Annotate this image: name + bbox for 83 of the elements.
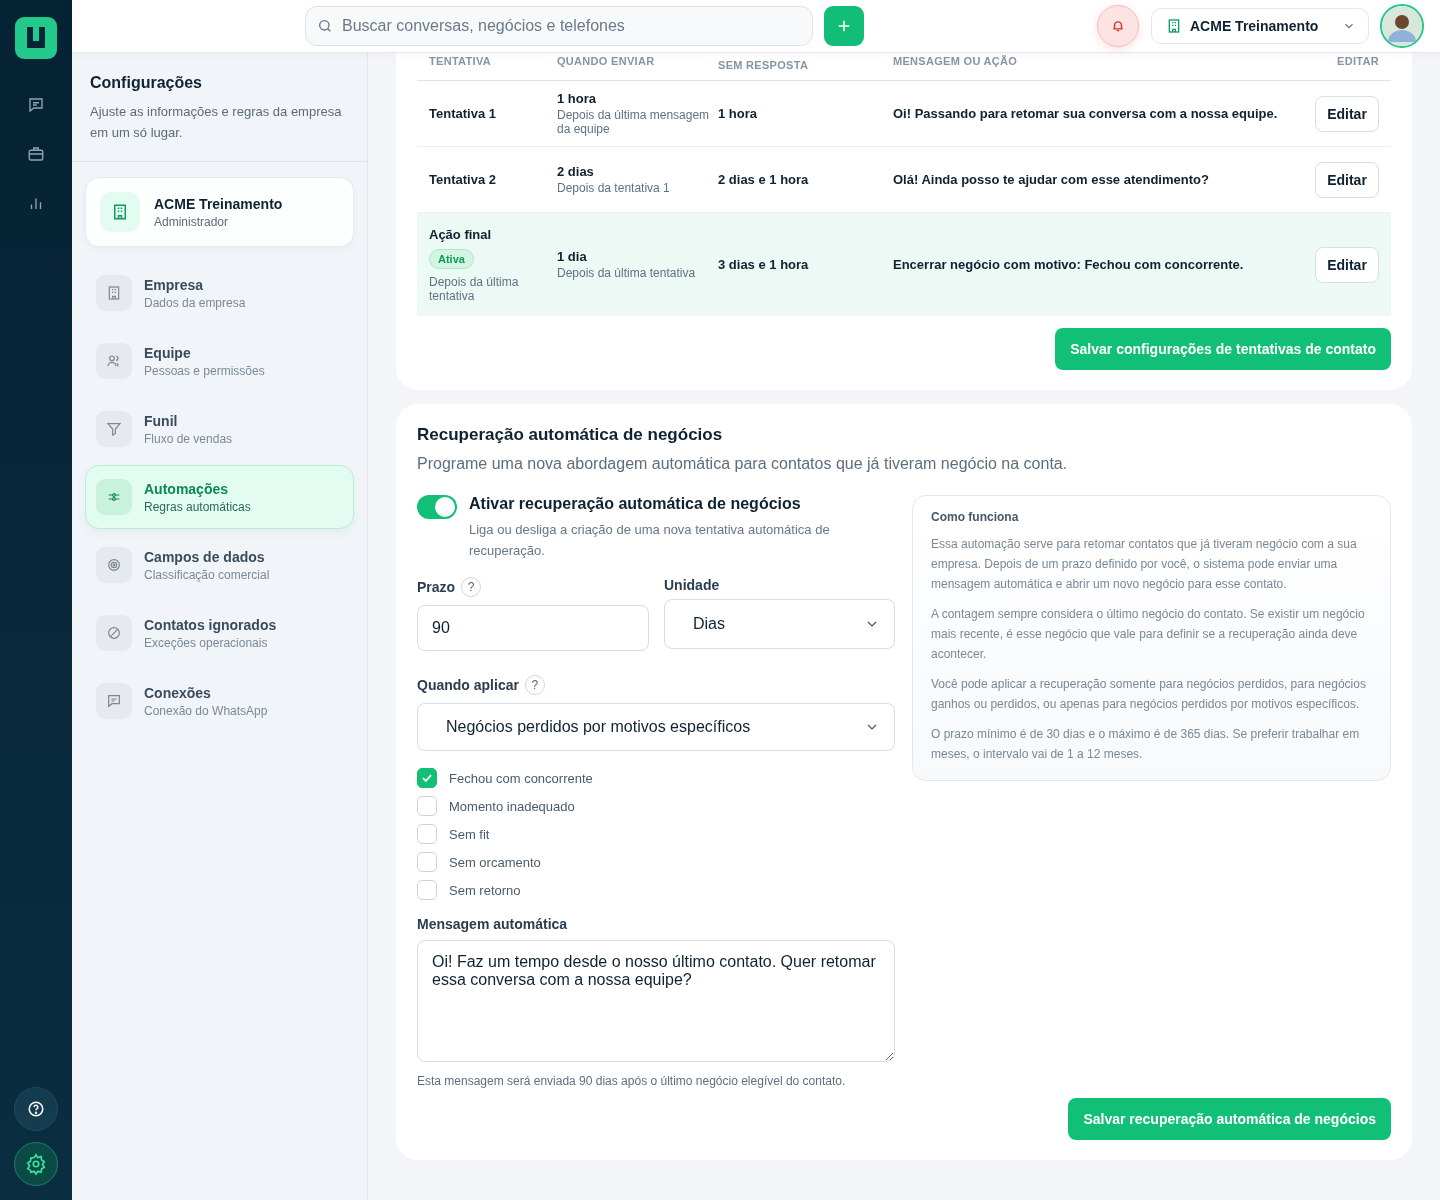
blocked-icon — [96, 615, 132, 651]
info-paragraph: A contagem sempre considera o último negócio do contato. Se existir um negócio mais recente, é esse negócio que vale para definir se a recuperação ainda deve acontecer. — [931, 606, 1366, 663]
field-label: Unidade — [664, 577, 720, 593]
attempt-note: Depois da última tentativa — [429, 274, 520, 303]
settings-subtitle: Ajuste as informações e regras da empresa em um só lugar. — [90, 103, 343, 142]
toggle-switch[interactable] — [417, 495, 457, 519]
account-role: Administrador — [154, 214, 230, 229]
unit-dropdown[interactable]: Dias — [664, 599, 895, 649]
add-button[interactable] — [824, 6, 864, 46]
info-paragraph: O prazo mínimo é de 30 dias e o máximo é de 365 dias. Se preferir trabalhar em meses, o intervalo vai de 1 a 12 meses. — [931, 726, 1361, 763]
checkbox-label: Sem fit — [449, 826, 490, 842]
checkbox-label: Fechou com concorrente — [449, 770, 593, 786]
company-selector[interactable]: ACME Treinamento — [1151, 8, 1369, 44]
send-delay: 1 hora — [557, 91, 597, 106]
no-reply-time: 2 dias e 1 hora — [718, 172, 810, 187]
building-icon — [1166, 18, 1182, 34]
avatar[interactable] — [1380, 4, 1424, 48]
settings-menu-item[interactable]: Campos de dados Classificação comercial — [85, 533, 354, 597]
field-label: Prazo — [417, 579, 456, 595]
checkbox[interactable] — [417, 880, 437, 900]
plus-icon — [836, 18, 852, 34]
send-delay: 2 dias — [557, 164, 595, 179]
send-delay-note: Depois da última tentativa — [557, 266, 697, 280]
column-header: TENTATIVA — [429, 54, 492, 67]
send-delay-note: Depois da tentativa 1 — [557, 181, 671, 195]
column-header: MENSAGEM OU AÇÃO — [893, 54, 1019, 67]
field-label: Quando aplicar — [417, 677, 519, 693]
no-reply-time: 3 dias e 1 hora — [718, 257, 810, 272]
message-text: Oi! Passando para retomar sua conversa com a nossa equipe. — [893, 106, 1279, 121]
section-description: Programe uma nova abordagem automática para contatos que já tiveram negócio na conta. — [417, 455, 1069, 473]
toggle-hint: Liga ou desliga a criação de uma nova tentativa automática de recuperação. — [469, 521, 831, 560]
logo-icon — [15, 17, 57, 59]
building-icon — [96, 275, 132, 311]
settings-menu-item[interactable]: Conexões Conexão do WhatsApp — [85, 669, 354, 733]
apply-dropdown[interactable]: Negócios perdidos por motivos específicos — [417, 703, 895, 751]
column-header: SEM RESPOSTA — [718, 58, 810, 71]
section-title: Recuperação automática de negócios — [417, 425, 724, 445]
funnel-icon — [96, 411, 132, 447]
send-delay: 1 dia — [557, 249, 588, 264]
send-delay-note: Depois da última mensagem da equipe — [557, 108, 711, 136]
checkbox-label: Momento inadequado — [449, 798, 575, 814]
no-reply-time: 1 hora — [718, 106, 758, 121]
message-text: Encerrar negócio com motivo: Fechou com concorrente. — [893, 257, 1245, 272]
message-textarea[interactable]: Oi! Faz um tempo desde o nosso último contato. Quer retomar essa conversa com a nossa equipe? — [417, 940, 895, 1062]
attempt-name: Ação final — [429, 226, 493, 242]
building-icon — [100, 192, 140, 232]
settings-menu-item[interactable]: Funil Fluxo de vendas — [85, 397, 354, 461]
notification-bell-icon[interactable] — [1097, 5, 1139, 47]
edit-button[interactable]: Editar — [1315, 95, 1379, 132]
message-footnote: Esta mensagem será enviada 90 dias após o último negócio elegível do contato. — [417, 1074, 847, 1088]
target-icon — [96, 547, 132, 583]
help-icon[interactable] — [14, 1087, 58, 1131]
account-name: ACME Treinamento — [154, 195, 283, 212]
attempt-name: Tentativa 1 — [429, 106, 497, 121]
checkbox[interactable] — [417, 768, 437, 788]
edit-button[interactable]: Editar — [1315, 246, 1379, 283]
toggle-label: Ativar recuperação automática de negócios — [469, 495, 802, 513]
settings-menu-item[interactable]: Contatos ignorados Exceções operacionais — [85, 601, 354, 665]
edit-button[interactable]: Editar — [1315, 161, 1379, 198]
users-icon — [96, 343, 132, 379]
column-header: EDITAR — [1336, 54, 1379, 67]
field-label: Mensagem automática — [417, 916, 568, 932]
checkbox[interactable] — [417, 852, 437, 872]
message-text: Olá! Ainda posso te ajudar com esse atendimento? — [893, 172, 1210, 187]
settings-menu-item[interactable]: Empresa Dados da empresa — [85, 261, 354, 325]
search-field[interactable]: Buscar conversas, negócios e telefones — [305, 6, 813, 46]
checkbox[interactable] — [417, 824, 437, 844]
message-icon — [96, 683, 132, 719]
term-input[interactable]: 90 — [417, 605, 649, 651]
sliders-icon — [96, 479, 132, 515]
checkbox-label: Sem orcamento — [449, 854, 541, 870]
settings-menu-item[interactable]: Equipe Pessoas e permissões — [85, 329, 354, 393]
settings-icon[interactable] — [14, 1142, 58, 1186]
column-header: QUANDO ENVIAR — [557, 54, 656, 67]
checkbox-label: Sem retorno — [449, 882, 521, 898]
info-paragraph: Você pode aplicar a recuperação somente para negócios perdidos, para negócios ganhos ou perdidos, ou apenas para negócios perdidos por motivos específicos. — [931, 676, 1367, 713]
info-title: Como funciona — [931, 510, 1020, 524]
info-paragraph: Essa automação serve para retomar contatos que já tiveram negócio com a sua empresa. Depois de um prazo definido por você, o sistema pode enviar uma mensagem automática e abrir um novo negócio para esse contato. — [931, 536, 1358, 593]
settings-menu-item[interactable]: Automações Regras automáticas — [85, 465, 354, 529]
status-badge: Ativa — [429, 248, 474, 269]
settings-title: Configurações — [90, 74, 203, 92]
attempt-name: Tentativa 2 — [429, 172, 497, 187]
checkbox[interactable] — [417, 796, 437, 816]
